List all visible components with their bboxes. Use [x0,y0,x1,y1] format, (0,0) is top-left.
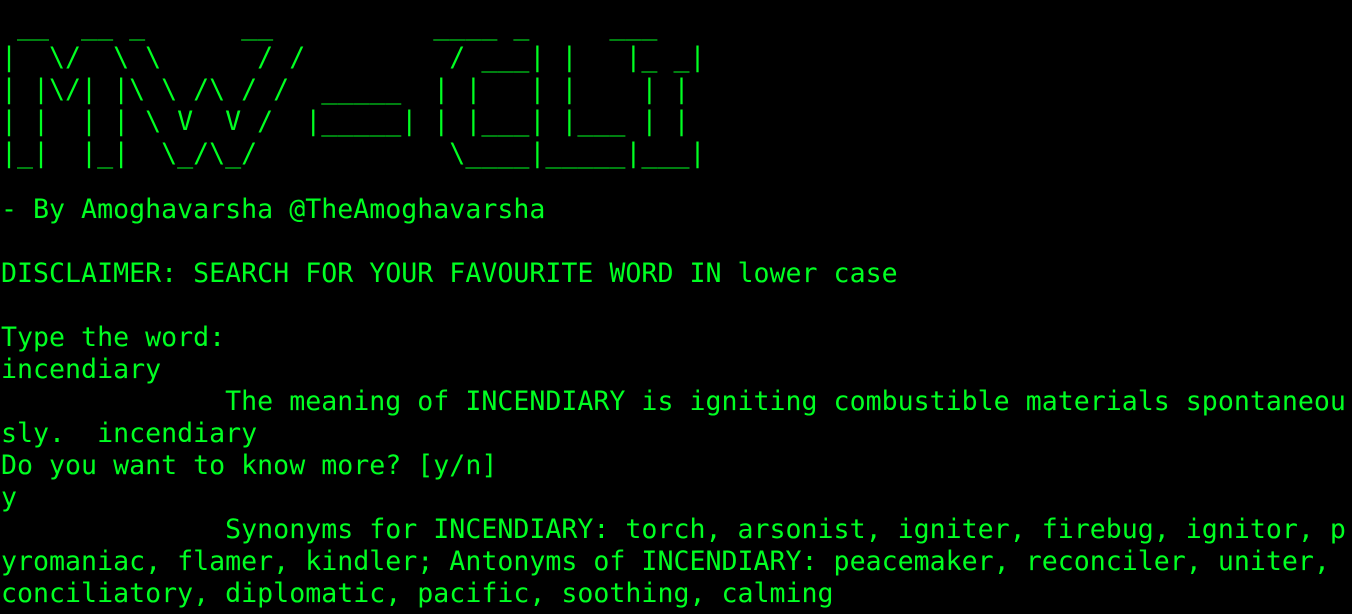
word-input[interactable]: incendiary [1,354,161,386]
terminal-window[interactable]: __ __ _ __ ____ _ ___ | \/ \ \ / / / ___… [0,0,1352,614]
ascii-banner-line-5: |_| |_| \_/\_/ \____|_____|___| [1,138,706,169]
ascii-banner-line-2: | \/ \ \ / / / ___| | |_ _| [1,42,706,73]
ascii-banner-line-1: __ __ _ __ ____ _ ___ [1,10,674,41]
ascii-banner-line-3: | |\/| |\ \ /\ / / _____ | | | | | | [1,74,706,105]
ascii-banner-line-4: | | | | \ V V / |_____| | |___| |___ | | [1,106,706,137]
byline: - By Amoghavarsha @TheAmoghavarsha [1,194,546,225]
more-prompt: Do you want to know more? [y/n] [1,450,498,481]
more-input[interactable]: y [1,482,17,514]
word-prompt: Type the word: [1,322,226,353]
synonyms-line-2: yromaniac, flamer, kindler; Antonyms of … [1,546,1330,577]
meaning-line-2: sly. incendiary [1,418,258,449]
synonyms-line-3: conciliatory, diplomatic, pacific, sooth… [1,578,834,609]
meaning-line-1: The meaning of INCENDIARY is igniting co… [1,386,1346,417]
disclaimer: DISCLAIMER: SEARCH FOR YOUR FAVOURITE WO… [1,258,898,289]
synonyms-line-1: Synonyms for INCENDIARY: torch, arsonist… [1,514,1346,545]
